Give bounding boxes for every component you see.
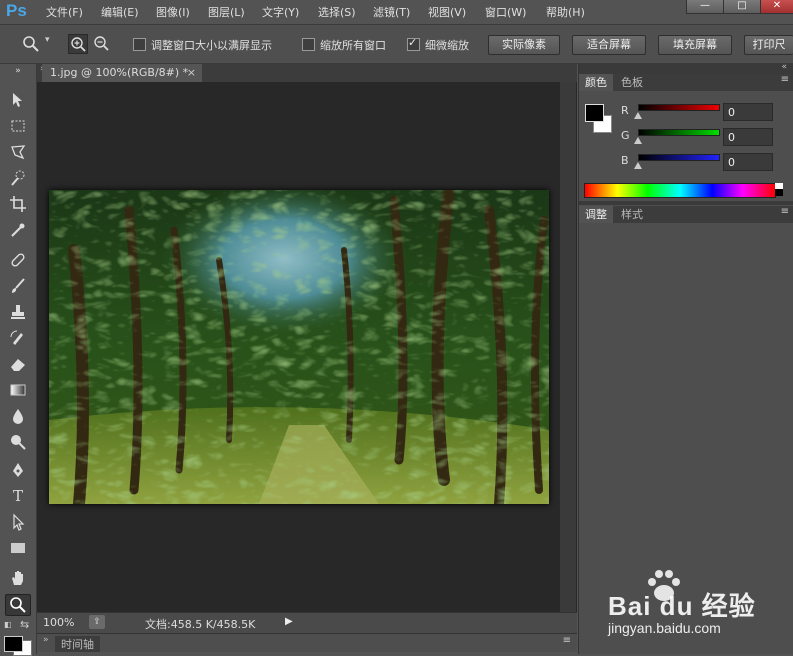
menu-view[interactable]: 视图(V): [428, 4, 466, 20]
zoom-tool-icon[interactable]: [22, 35, 40, 53]
forest-painting-image: [49, 190, 549, 504]
dock-header: «: [579, 62, 793, 74]
blue-slider-thumb[interactable]: [634, 162, 642, 169]
rectangle-tool-icon[interactable]: [6, 538, 30, 558]
menu-layer[interactable]: 图层(L): [208, 4, 245, 20]
fit-screen-button[interactable]: 适合屏幕: [572, 35, 646, 55]
restore-button[interactable]: □: [723, 0, 761, 14]
lasso-tool-icon[interactable]: [6, 142, 30, 162]
panel-divider: [579, 201, 793, 205]
close-button[interactable]: ✕: [760, 0, 793, 14]
spectrum-black-chip[interactable]: [775, 189, 783, 196]
blur-tool-icon[interactable]: [6, 406, 30, 426]
menu-image[interactable]: 图像(I): [156, 4, 190, 20]
tab-color[interactable]: 颜色: [579, 74, 613, 91]
tab-swatches[interactable]: 色板: [615, 74, 649, 91]
color-panel-menu-icon[interactable]: ≡: [781, 74, 789, 85]
zoom-all-windows-label: 缩放所有窗口: [320, 39, 386, 52]
zoom-in-icon[interactable]: [68, 34, 88, 54]
document-info: 文档:458.5 K/458.5K: [145, 618, 256, 631]
menu-filter[interactable]: 滤镜(T): [373, 4, 410, 20]
crop-tool-icon[interactable]: [6, 194, 30, 214]
default-colors-icon[interactable]: ◧: [4, 620, 14, 630]
menu-select[interactable]: 选择(S): [318, 4, 356, 20]
tab-close-icon[interactable]: ×: [187, 64, 196, 82]
brush-tool-icon[interactable]: [6, 276, 30, 296]
healing-brush-tool-icon[interactable]: [6, 250, 30, 270]
green-value-field[interactable]: 0: [723, 128, 773, 146]
actual-pixels-button[interactable]: 实际像素: [488, 35, 560, 55]
fit-window-label: 调整窗口大小以满屏显示: [151, 39, 272, 52]
fill-screen-button[interactable]: 填充屏幕: [658, 35, 732, 55]
color-panel-tabs: 颜色 色板 ≡: [579, 74, 793, 91]
dodge-tool-icon[interactable]: [6, 432, 30, 452]
menu-window[interactable]: 窗口(W): [485, 4, 526, 20]
print-size-button[interactable]: 打印尺: [744, 35, 793, 55]
foreground-color-swatch[interactable]: [4, 636, 23, 652]
gradient-tool-icon[interactable]: [6, 380, 30, 400]
scrubby-zoom-checkbox[interactable]: [407, 36, 420, 51]
quick-selection-tool-icon[interactable]: [6, 168, 30, 188]
minimize-button[interactable]: —: [686, 0, 724, 14]
photoshop-logo: Ps: [6, 1, 27, 20]
pen-tool-icon[interactable]: [6, 460, 30, 480]
zoom-all-windows-checkbox[interactable]: [302, 38, 315, 51]
timeline-tab[interactable]: 时间轴: [55, 636, 100, 652]
menu-file[interactable]: 文件(F): [46, 4, 83, 20]
options-bar: ▾ 调整窗口大小以满屏显示 缩放所有窗口 细微缩放 实际像素 适合屏幕 填充屏幕…: [0, 25, 793, 64]
vertical-scrollbar[interactable]: [560, 82, 576, 612]
channel-b-label: B: [621, 154, 629, 167]
history-brush-tool-icon[interactable]: [6, 328, 30, 348]
green-slider-thumb[interactable]: [634, 137, 642, 144]
green-slider[interactable]: [638, 129, 720, 136]
channel-r-label: R: [621, 104, 629, 117]
tab-adjustments[interactable]: 调整: [579, 206, 613, 223]
document-tab[interactable]: 1.jpg @ 100%(RGB/8#) * ×: [42, 64, 202, 82]
red-slider[interactable]: [638, 104, 720, 111]
adjustments-panel-menu-icon[interactable]: ≡: [781, 206, 789, 217]
red-slider-thumb[interactable]: [634, 112, 642, 119]
blue-slider[interactable]: [638, 154, 720, 161]
zoom-level[interactable]: 100%: [43, 616, 74, 629]
document-canvas[interactable]: [49, 190, 549, 504]
baidu-jingyan-watermark: Bai du 经验 jingyan.baidu.com: [578, 568, 793, 654]
zoom-tool-selected-icon[interactable]: [5, 594, 31, 616]
color-spectrum-bar[interactable]: [584, 183, 776, 198]
scrubby-zoom-label: 细微缩放: [425, 39, 469, 52]
marquee-tool-icon[interactable]: [6, 116, 30, 136]
tool-preset-chevron-icon[interactable]: ▾: [45, 35, 50, 45]
status-menu-arrow-icon[interactable]: ▶: [285, 616, 293, 627]
tools-panel: » T ◧ ⇆: [0, 64, 37, 656]
red-value-field[interactable]: 0: [723, 103, 773, 121]
timeline-panel-bar: » 时间轴 ≡: [37, 633, 577, 652]
status-bar: 100% ⇪ 文档:458.5 K/458.5K ▶: [37, 612, 577, 633]
eraser-tool-icon[interactable]: [6, 354, 30, 374]
color-panel-foreground-swatch[interactable]: [585, 104, 604, 122]
blue-value-field[interactable]: 0: [723, 153, 773, 171]
adjustments-panel-tabs: 调整 样式 ≡: [579, 206, 793, 223]
menu-type[interactable]: 文字(Y): [262, 4, 299, 20]
clone-stamp-tool-icon[interactable]: [6, 302, 30, 322]
hand-tool-icon[interactable]: [6, 568, 30, 588]
eyedropper-tool-icon[interactable]: [6, 220, 30, 240]
panel-collapse-icon[interactable]: »: [6, 66, 30, 76]
path-selection-tool-icon[interactable]: [6, 512, 30, 532]
swap-colors-icon[interactable]: ⇆: [20, 618, 29, 631]
menu-edit[interactable]: 编辑(E): [101, 4, 139, 20]
menu-bar: Ps 文件(F) 编辑(E) 图像(I) 图层(L) 文字(Y) 选择(S) 滤…: [0, 0, 793, 25]
zoom-out-icon[interactable]: [93, 35, 111, 53]
dock-collapse-icon[interactable]: «: [781, 62, 787, 72]
type-tool-icon[interactable]: T: [6, 486, 30, 506]
move-tool-icon[interactable]: [6, 90, 30, 110]
tab-styles[interactable]: 样式: [615, 206, 649, 223]
watermark-url: jingyan.baidu.com: [608, 620, 721, 636]
timeline-menu-icon[interactable]: ≡: [563, 635, 571, 646]
timeline-collapse-icon[interactable]: »: [43, 635, 49, 645]
document-tab-title: 1.jpg @ 100%(RGB/8#) *: [50, 66, 189, 79]
fit-window-checkbox[interactable]: [133, 38, 146, 51]
menu-help[interactable]: 帮助(H): [546, 4, 585, 20]
channel-g-label: G: [621, 129, 630, 142]
status-export-icon[interactable]: ⇪: [89, 615, 105, 629]
watermark-brand: Bai du 经验: [608, 591, 756, 621]
